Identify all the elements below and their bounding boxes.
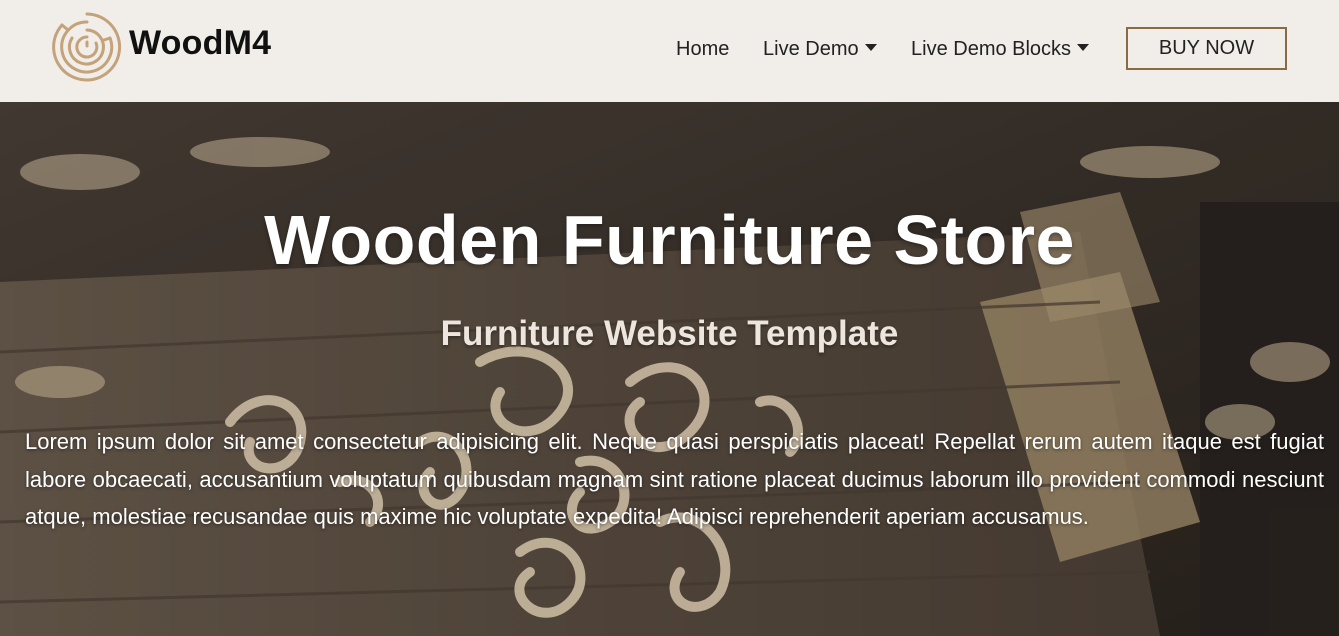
logo-icon[interactable] (50, 10, 124, 82)
nav-live-demo-label: Live Demo (763, 38, 859, 60)
nav-live-demo-blocks-label: Live Demo Blocks (911, 38, 1072, 60)
hero-section: Wooden Furniture Store Furniture Website… (0, 102, 1339, 636)
hero-subtitle: Furniture Website Template (440, 314, 899, 353)
nav-home[interactable]: Home (676, 38, 729, 61)
caret-down-icon (864, 44, 877, 52)
buy-now-button[interactable]: BUY NOW (1126, 27, 1287, 70)
hero-title: Wooden Furniture Store (264, 201, 1075, 279)
navbar: WoodM4 Home Live Demo Live Demo Blocks B… (0, 0, 1339, 102)
hero-overlay (0, 102, 1339, 636)
brand-name[interactable]: WoodM4 (129, 24, 271, 63)
caret-down-icon (1077, 44, 1090, 52)
hero-description: Lorem ipsum dolor sit amet consectetur a… (25, 429, 1324, 529)
nav-live-demo-blocks[interactable]: Live Demo Blocks (911, 38, 1090, 61)
nav-live-demo[interactable]: Live Demo (763, 38, 877, 61)
